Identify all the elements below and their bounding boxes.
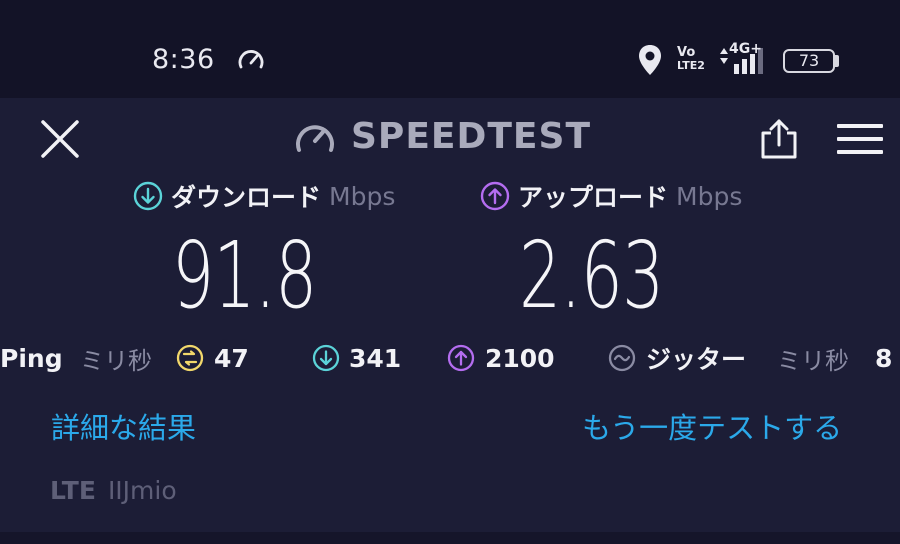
brand-title: SPEEDTEST bbox=[351, 116, 592, 157]
idle-latency-icon bbox=[176, 344, 204, 372]
download-latency-icon bbox=[312, 344, 340, 372]
battery-tip bbox=[835, 55, 839, 67]
ping-idle-value: 47 bbox=[214, 343, 249, 373]
download-label-group: ダウンロード Mbps bbox=[133, 178, 395, 214]
upload-label: アップロード bbox=[518, 183, 669, 212]
download-speed-value: 91.8 bbox=[172, 222, 317, 329]
test-again-link[interactable]: もう一度テストする bbox=[582, 405, 842, 447]
ping-row: Ping ミリ秒 47 341 2100 ジッター ミリ秒 8 bbox=[0, 338, 900, 378]
upload-latency-icon bbox=[447, 344, 475, 372]
provider-name: IIJmio bbox=[107, 476, 177, 505]
jitter-value: 8 bbox=[875, 343, 893, 373]
upload-speed-value: 2.63 bbox=[519, 222, 664, 329]
jitter-icon bbox=[608, 344, 636, 372]
download-label: ダウンロード bbox=[171, 183, 322, 212]
network-type-label: 4G+ bbox=[729, 41, 762, 57]
status-time: 8:36 bbox=[152, 44, 215, 75]
bottom-edge bbox=[0, 532, 900, 544]
jitter-unit: ミリ秒 bbox=[777, 346, 849, 375]
connection-info: LTE IIJmio bbox=[50, 476, 177, 505]
upload-unit: Mbps bbox=[676, 181, 743, 211]
app-content bbox=[0, 98, 900, 532]
upload-label-group: アップロード Mbps bbox=[480, 178, 742, 214]
ping-label: Ping bbox=[0, 343, 63, 373]
close-icon[interactable] bbox=[38, 117, 82, 161]
upload-arrow-icon bbox=[480, 181, 510, 211]
ping-unit: ミリ秒 bbox=[80, 346, 152, 375]
speedometer-status-icon bbox=[238, 50, 264, 69]
volte-bottom-label: LTE2 bbox=[677, 59, 705, 72]
jitter-label: ジッター bbox=[646, 345, 747, 374]
ping-upload-value: 2100 bbox=[485, 343, 555, 373]
volte-top-label: Vo bbox=[677, 45, 696, 60]
download-unit: Mbps bbox=[329, 181, 396, 211]
speedtest-logo-icon bbox=[296, 125, 334, 152]
status-bar: 8:36 Vo LTE2 4G+ 73 bbox=[0, 0, 900, 98]
location-icon bbox=[639, 45, 661, 75]
download-arrow-icon bbox=[133, 181, 163, 211]
connection-type: LTE bbox=[50, 476, 96, 505]
ping-download-value: 341 bbox=[349, 343, 402, 373]
share-icon[interactable] bbox=[757, 117, 801, 161]
volte-indicator: Vo LTE2 bbox=[677, 46, 709, 76]
battery-indicator: 73 bbox=[783, 49, 835, 73]
hamburger-menu-icon[interactable] bbox=[835, 120, 885, 158]
detailed-results-link[interactable]: 詳細な結果 bbox=[51, 405, 196, 447]
